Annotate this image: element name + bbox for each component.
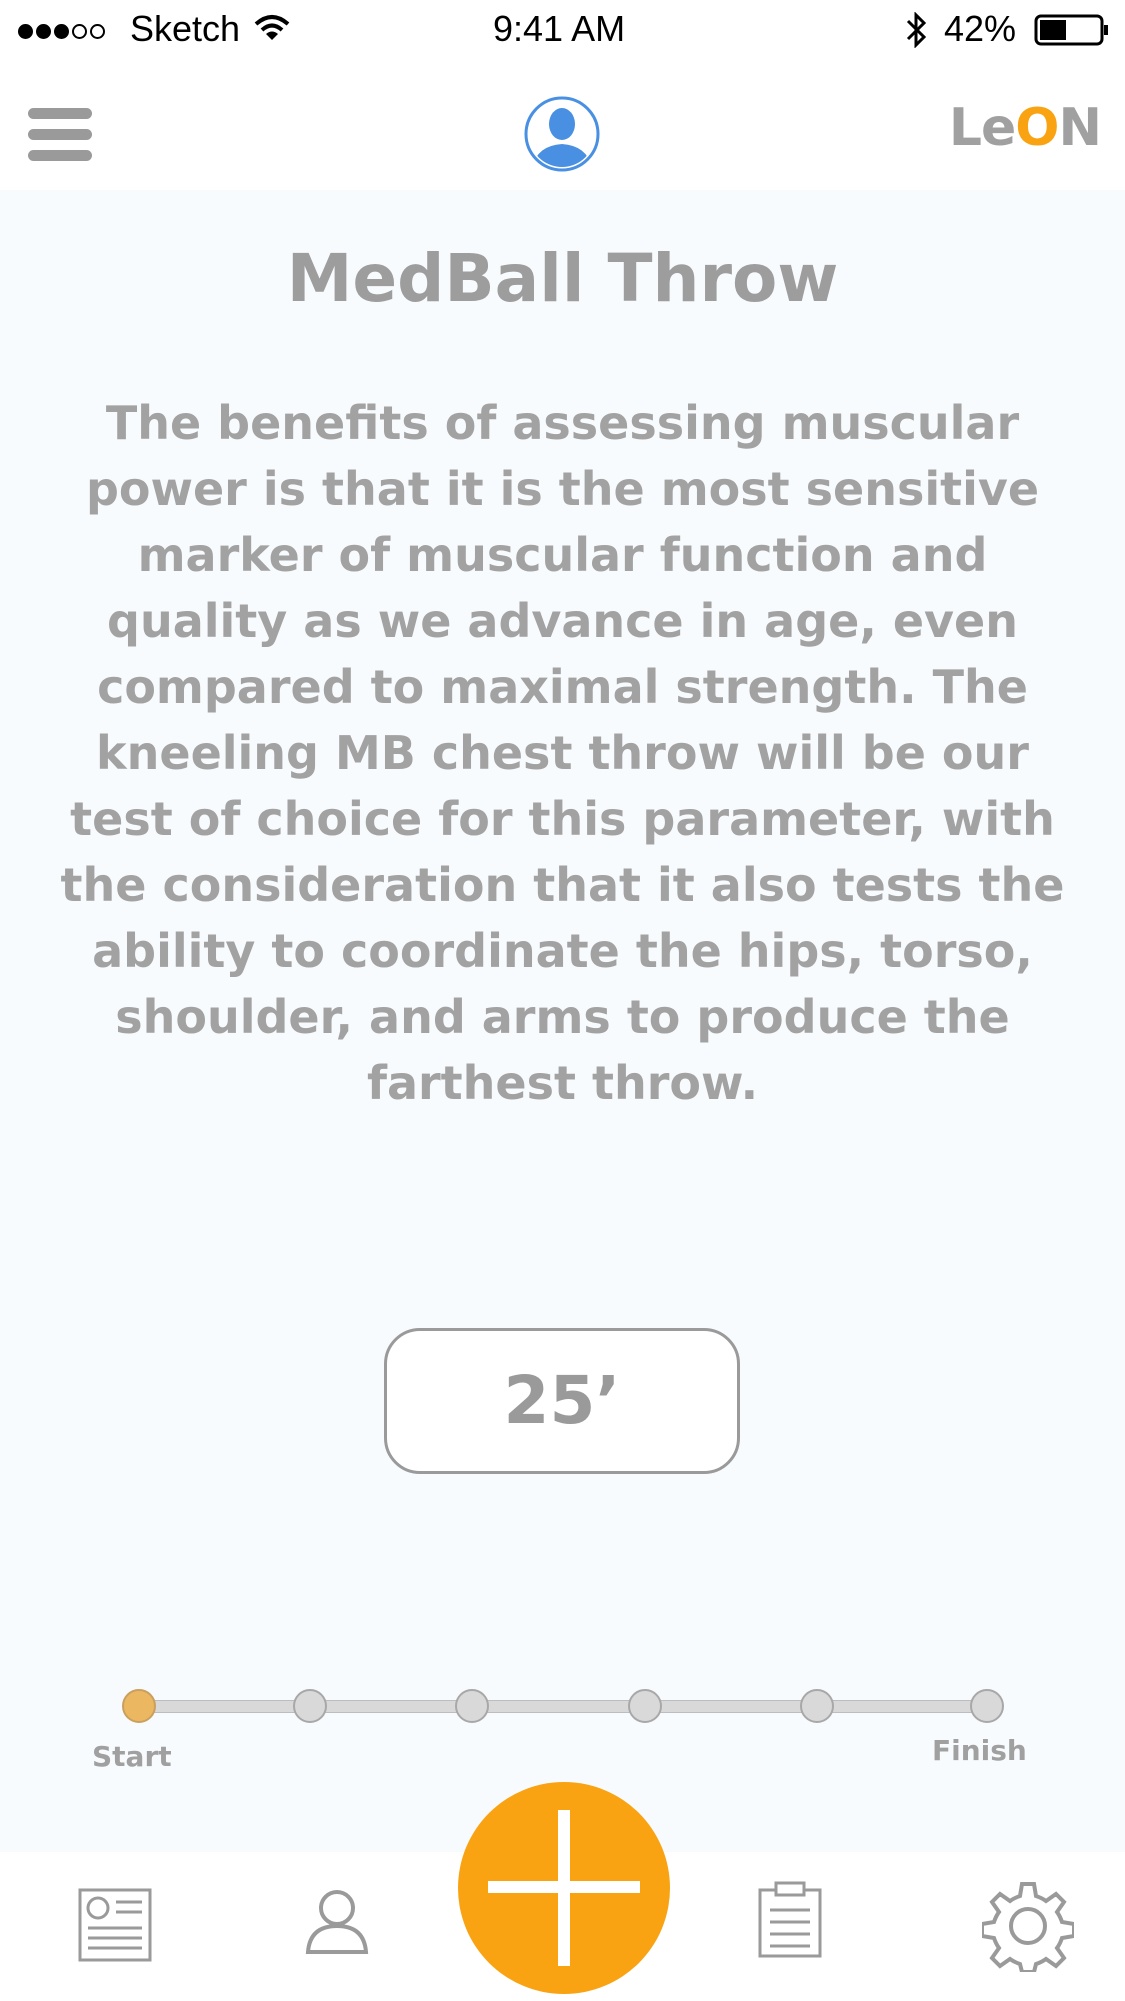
- page-title: MedBall Throw: [286, 240, 839, 317]
- hamburger-icon[interactable]: [28, 108, 92, 162]
- battery-percent: 42%: [944, 8, 1017, 49]
- start-label: Start: [92, 1740, 172, 1773]
- settings-icon[interactable]: [982, 1880, 1074, 1972]
- progress-step-1[interactable]: [122, 1689, 156, 1723]
- profile-icon[interactable]: [304, 1888, 370, 1954]
- progress-step-6[interactable]: [970, 1689, 1004, 1723]
- progress-step-3[interactable]: [455, 1689, 489, 1723]
- user-avatar-icon[interactable]: [524, 96, 600, 172]
- progress-track: Start Finish: [0, 1680, 1125, 1780]
- progress-step-5[interactable]: [800, 1689, 834, 1723]
- result-value-field[interactable]: 25’: [384, 1328, 740, 1474]
- news-icon[interactable]: [78, 1888, 152, 1962]
- signal-indicator: [18, 8, 108, 50]
- wifi-icon: [254, 15, 290, 40]
- add-button[interactable]: [458, 1782, 670, 1994]
- brand-logo: LeON: [948, 98, 1102, 158]
- progress-line: [135, 1700, 990, 1713]
- header: LeON: [0, 58, 1125, 190]
- clipboard-icon[interactable]: [756, 1880, 824, 1960]
- description-text: The benefits of assessing muscular power…: [60, 396, 1065, 1110]
- bluetooth-icon: [906, 12, 927, 48]
- battery-icon: [1034, 14, 1108, 46]
- carrier-name: Sketch: [130, 8, 241, 49]
- status-bar: Sketch 9:41 AM 42%: [0, 0, 1125, 58]
- finish-label: Finish: [932, 1734, 1027, 1767]
- progress-step-4[interactable]: [628, 1689, 662, 1723]
- progress-step-2[interactable]: [293, 1689, 327, 1723]
- status-time: 9:41 AM: [493, 8, 626, 49]
